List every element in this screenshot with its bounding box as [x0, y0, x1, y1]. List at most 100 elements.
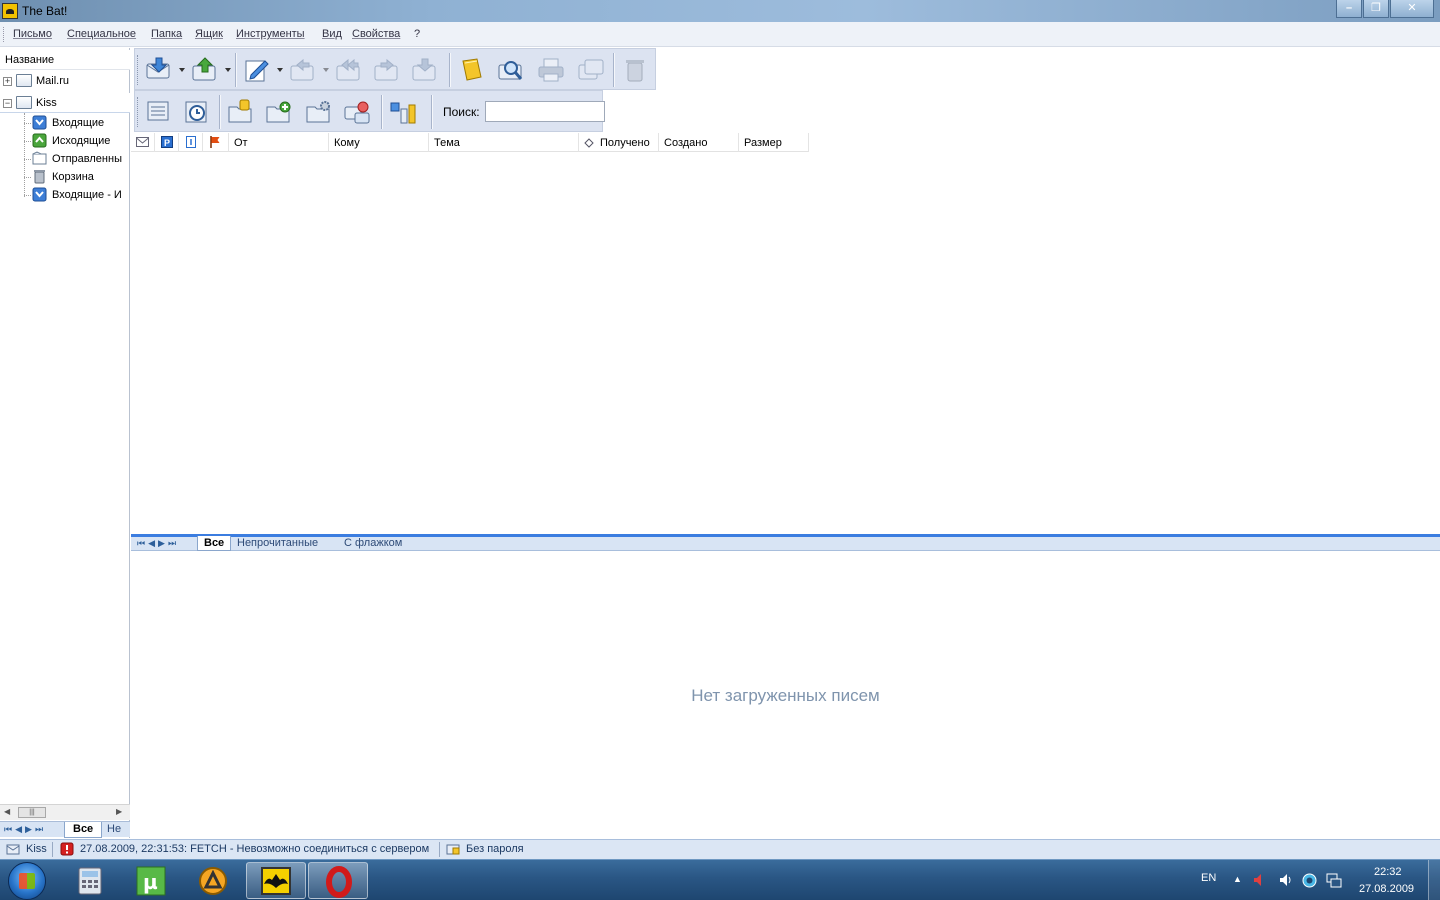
- tray-volume-muted-icon[interactable]: [1252, 873, 1266, 887]
- column-priority[interactable]: P: [155, 133, 179, 152]
- menu-letter[interactable]: Письмо: [13, 28, 52, 40]
- folder-horizontal-scrollbar[interactable]: ◀ ||| ▶: [0, 804, 130, 820]
- folder-messages-icon[interactable]: [145, 99, 173, 125]
- tray-display-icon[interactable]: [1326, 873, 1342, 888]
- menu-folder[interactable]: Папка: [151, 28, 182, 40]
- column-attachment[interactable]: [179, 133, 203, 152]
- restore-button[interactable]: ❐: [1363, 0, 1389, 18]
- send-mail-dropdown-icon[interactable]: [225, 68, 231, 72]
- scheduler-icon[interactable]: [183, 99, 211, 125]
- status-message[interactable]: 27.08.2009, 22:31:53: FETCH - Невозможно…: [80, 843, 429, 855]
- get-mail-icon[interactable]: [145, 57, 173, 83]
- reply-all-icon[interactable]: [335, 57, 363, 83]
- menu-tools[interactable]: Инструменты: [236, 28, 305, 40]
- message-preview: Нет загруженных писем: [131, 552, 1440, 838]
- tray-expand-icon[interactable]: ▲: [1233, 874, 1242, 884]
- tray-time[interactable]: 22:32: [1374, 866, 1402, 878]
- close-button[interactable]: ✕: [1390, 0, 1434, 18]
- menu-properties[interactable]: Свойства: [352, 28, 400, 40]
- menu-grip[interactable]: [3, 27, 6, 42]
- reply-dropdown-icon[interactable]: [323, 68, 329, 72]
- folder-settings-icon[interactable]: [305, 99, 333, 125]
- folder-tree-pane: Название + Mail.ru − Kiss Входящие Исход…: [0, 48, 130, 838]
- print-icon[interactable]: [537, 57, 565, 83]
- the-bat-app-icon[interactable]: [2, 3, 18, 19]
- folder-label: Исходящие: [52, 135, 111, 147]
- folder-inbox-2[interactable]: Входящие - И: [24, 186, 130, 204]
- tab-nav-arrows-icon[interactable]: ⏮◀▶⏭: [137, 538, 179, 549]
- tab-folders-unread[interactable]: Не г: [101, 822, 130, 838]
- outbox-icon: [32, 133, 47, 148]
- tab-folders-all[interactable]: Все: [64, 822, 103, 838]
- folder-label: Корзина: [52, 171, 94, 183]
- menu-mailbox[interactable]: Ящик: [195, 28, 223, 40]
- column-created[interactable]: Создано: [659, 133, 739, 152]
- send-queue-icon[interactable]: [577, 57, 605, 83]
- send-mail-icon[interactable]: [191, 57, 219, 83]
- folder-tree-header[interactable]: Название: [0, 50, 130, 70]
- account-kiss[interactable]: − Kiss: [0, 94, 130, 112]
- menu-view[interactable]: Вид: [322, 28, 342, 40]
- tray-speaker-icon[interactable]: [1278, 873, 1294, 887]
- scroll-thumb[interactable]: |||: [18, 807, 46, 818]
- folder-sent[interactable]: Отправленны: [24, 150, 130, 168]
- expand-icon[interactable]: +: [3, 77, 12, 86]
- get-mail-dropdown-icon[interactable]: [179, 68, 185, 72]
- column-size[interactable]: Размер: [739, 133, 809, 152]
- svg-text:P: P: [164, 138, 170, 148]
- folder-outbox[interactable]: Исходящие: [24, 132, 130, 150]
- account-label: Mail.ru: [36, 75, 70, 87]
- sorting-filters-icon[interactable]: [389, 99, 417, 125]
- menu-help[interactable]: ?: [414, 28, 420, 40]
- collapse-icon[interactable]: −: [3, 99, 12, 108]
- main-toolbar: [134, 48, 656, 90]
- show-desktop-button[interactable]: [1428, 860, 1440, 900]
- column-status[interactable]: [131, 133, 155, 152]
- svg-text:µ: µ: [143, 870, 158, 894]
- account-mailru[interactable]: + Mail.ru: [0, 72, 130, 90]
- opera-icon: [326, 866, 352, 898]
- message-list[interactable]: [131, 153, 1440, 534]
- taskbar-calculator[interactable]: [60, 862, 120, 899]
- forward-icon[interactable]: [373, 57, 401, 83]
- new-message-icon[interactable]: [243, 57, 271, 83]
- sent-folder-icon: [32, 151, 47, 165]
- folder-label: Отправленны: [52, 153, 122, 165]
- tab-all[interactable]: Все: [197, 536, 232, 551]
- column-to[interactable]: Кому: [329, 133, 429, 152]
- redirect-icon[interactable]: [411, 57, 439, 83]
- taskbar-the-bat[interactable]: [246, 862, 306, 899]
- taskbar-opera[interactable]: [308, 862, 368, 899]
- taskbar-aimp[interactable]: [184, 862, 244, 899]
- reply-icon[interactable]: [289, 57, 317, 83]
- column-from[interactable]: От: [229, 133, 329, 152]
- folder-inbox[interactable]: Входящие: [24, 114, 130, 132]
- address-book-icon[interactable]: [457, 57, 485, 83]
- tab-unread[interactable]: Непрочитанные: [231, 536, 324, 551]
- taskbar-utorrent[interactable]: µ: [122, 862, 182, 899]
- folder-label: Входящие - И: [52, 189, 122, 201]
- account-properties-icon[interactable]: [343, 99, 371, 125]
- scroll-right-icon[interactable]: ▶: [116, 807, 122, 816]
- new-folder-icon[interactable]: [265, 99, 293, 125]
- folder-trash[interactable]: Корзина: [24, 168, 130, 186]
- column-subject[interactable]: Тема: [429, 133, 579, 152]
- start-button[interactable]: [8, 862, 46, 900]
- folder-properties-icon[interactable]: [227, 99, 255, 125]
- delete-icon[interactable]: [621, 57, 649, 83]
- tab-nav-arrows-icon[interactable]: ⏮◀▶⏭: [4, 824, 46, 835]
- new-message-dropdown-icon[interactable]: [277, 68, 283, 72]
- menu-special[interactable]: Специальное: [67, 28, 136, 40]
- envelope-icon: [136, 137, 149, 147]
- tray-date[interactable]: 27.08.2009: [1359, 883, 1414, 895]
- column-flag[interactable]: [203, 133, 229, 152]
- tray-network-icon[interactable]: [1302, 873, 1317, 888]
- tab-flagged[interactable]: С флажком: [338, 536, 408, 551]
- column-received[interactable]: Получено: [579, 133, 659, 152]
- scroll-left-icon[interactable]: ◀: [4, 807, 10, 816]
- search-input[interactable]: [485, 101, 605, 122]
- language-indicator[interactable]: EN: [1201, 872, 1216, 884]
- minimize-button[interactable]: –: [1336, 0, 1362, 18]
- find-icon[interactable]: [497, 57, 525, 83]
- menu-bar: Письмо Специальное Папка Ящик Инструмент…: [0, 22, 1440, 47]
